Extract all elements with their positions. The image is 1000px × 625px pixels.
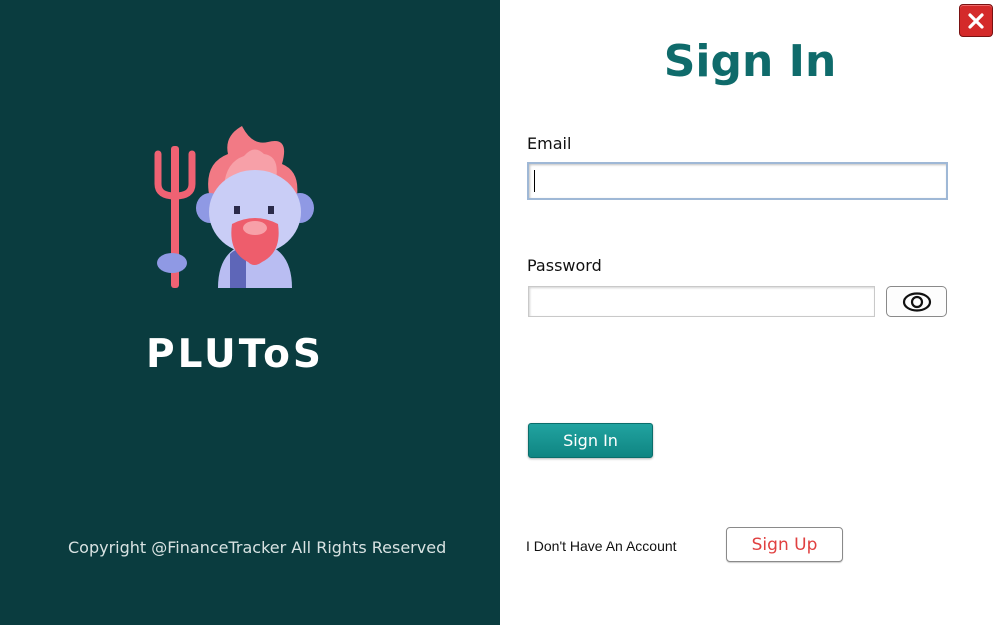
page-title: Sign In [663,36,837,87]
no-account-text: I Don't Have An Account [526,538,677,554]
password-label: Password [527,256,602,275]
pluto-devil-icon [154,126,314,288]
copyright-text: Copyright @FinanceTracker All Rights Res… [68,538,447,557]
show-password-button[interactable] [886,286,947,317]
text-caret [534,170,535,192]
password-field[interactable] [528,286,875,317]
close-icon [968,12,984,29]
signup-button[interactable]: Sign Up [726,527,843,562]
email-field[interactable] [527,162,948,200]
close-button[interactable] [959,4,993,37]
brand-name: PLUToS [145,332,325,377]
brand-panel: PLUToS Copyright @FinanceTracker All Rig… [0,0,500,625]
email-label: Email [527,134,572,153]
eye-icon [902,291,931,312]
signin-button[interactable]: Sign In [528,423,653,458]
